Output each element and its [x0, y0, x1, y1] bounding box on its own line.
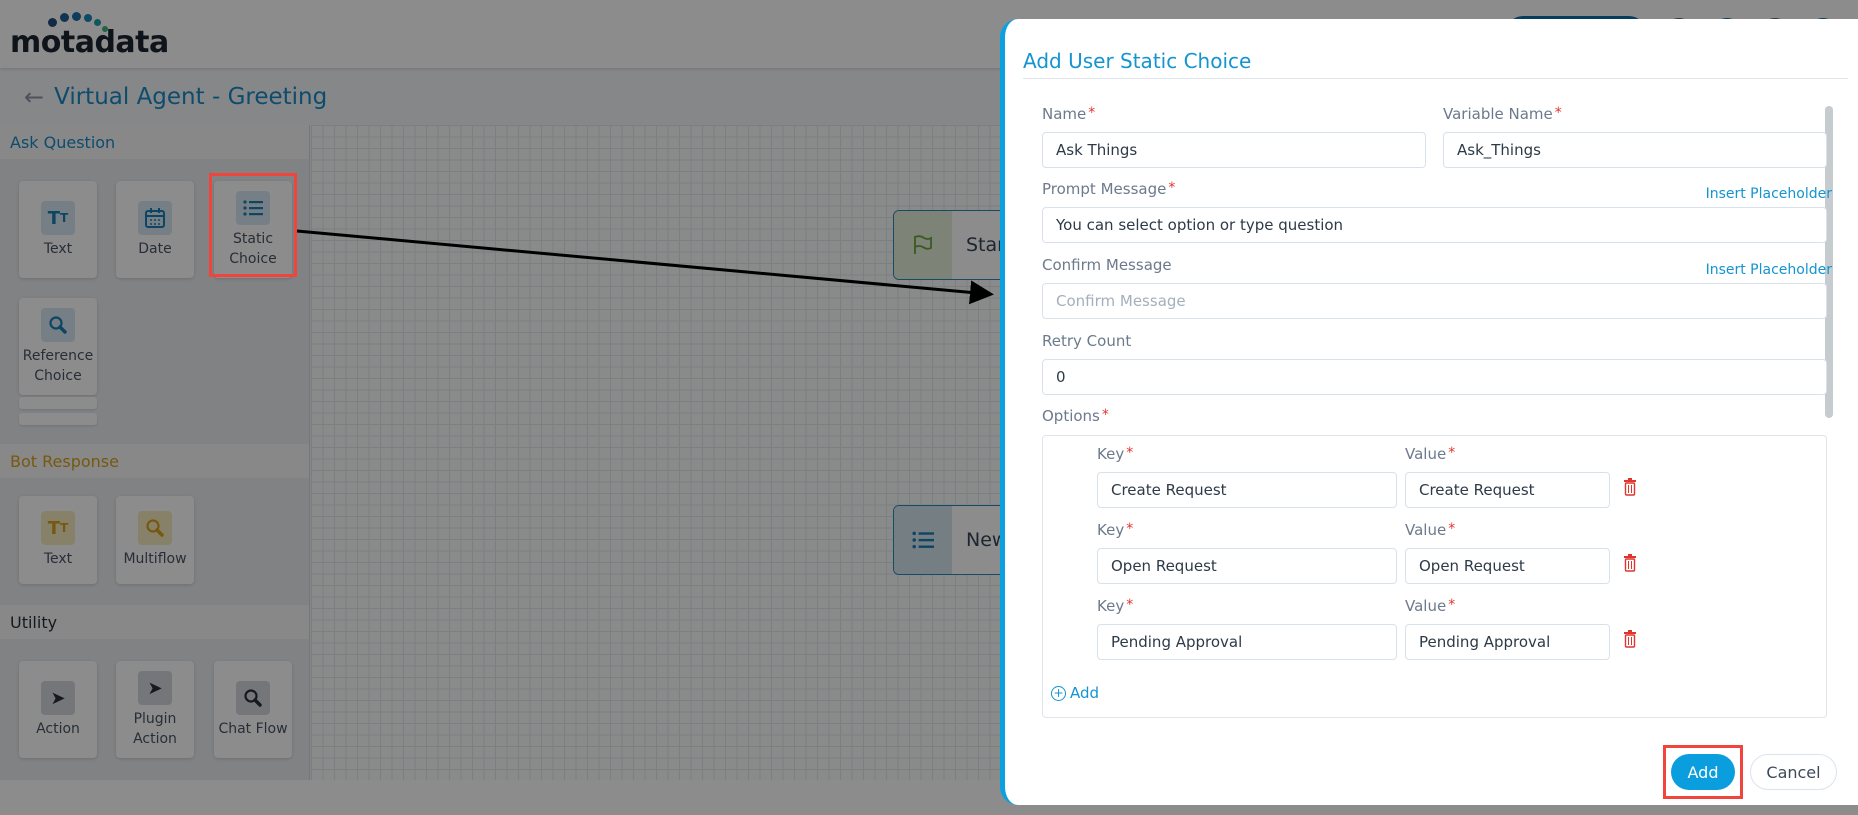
add-option-button[interactable]: + Add — [1051, 684, 1099, 702]
prompt-message-field[interactable]: You can select option or type question — [1042, 207, 1827, 243]
confirm-message-label: Confirm Message — [1042, 256, 1172, 274]
plus-circle-icon: + — [1051, 685, 1066, 701]
trash-icon[interactable] — [1623, 478, 1637, 496]
key-label: Key * — [1097, 445, 1134, 463]
retry-count-field[interactable]: 0 — [1042, 359, 1827, 395]
variable-name-label: Variable Name * — [1443, 105, 1562, 123]
options-container: Key * Value * Create Request Create Reques… — [1042, 435, 1827, 718]
confirm-message-field[interactable]: Confirm Message — [1042, 283, 1827, 319]
divider — [1023, 78, 1848, 79]
option-value-field[interactable]: Open Request — [1405, 548, 1610, 584]
insert-placeholder-link[interactable]: Insert Placeholder — [1706, 262, 1832, 278]
value-label: Value * — [1405, 597, 1456, 615]
retry-count-label: Retry Count — [1042, 332, 1132, 350]
variable-name-field[interactable]: Ask_Things — [1443, 132, 1827, 168]
option-key-field[interactable]: Create Request — [1097, 472, 1397, 508]
insert-placeholder-link[interactable]: Insert Placeholder — [1706, 186, 1832, 202]
value-label: Value * — [1405, 521, 1456, 539]
option-value-field[interactable]: Create Request — [1405, 472, 1610, 508]
value-label: Value * — [1405, 445, 1456, 463]
trash-icon[interactable] — [1623, 630, 1637, 648]
option-key-field[interactable]: Pending Approval — [1097, 624, 1397, 660]
name-label: Name * — [1042, 105, 1096, 123]
option-key-field[interactable]: Open Request — [1097, 548, 1397, 584]
add-user-static-choice-dialog: Add User Static Choice Name * Ask Things … — [1000, 19, 1858, 805]
prompt-message-label: Prompt Message * — [1042, 180, 1176, 198]
key-label: Key * — [1097, 597, 1134, 615]
name-field[interactable]: Ask Things — [1042, 132, 1426, 168]
key-label: Key * — [1097, 521, 1134, 539]
dialog-title: Add User Static Choice — [1023, 49, 1252, 73]
add-button[interactable]: Add — [1671, 754, 1735, 790]
options-label: Options * — [1042, 407, 1109, 425]
option-value-field[interactable]: Pending Approval — [1405, 624, 1610, 660]
cancel-button[interactable]: Cancel — [1750, 754, 1837, 790]
trash-icon[interactable] — [1623, 554, 1637, 572]
